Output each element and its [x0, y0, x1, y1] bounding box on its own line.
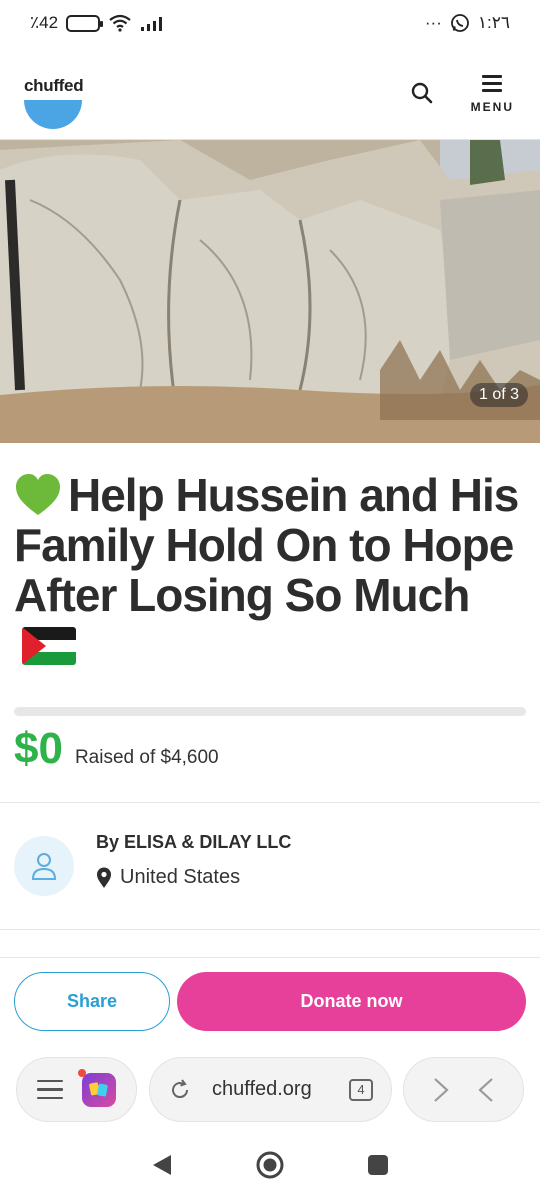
system-nav-bar [0, 1140, 540, 1190]
header-actions: MENU [409, 71, 514, 114]
status-bar-left: ٪42 [30, 13, 166, 33]
logo-bowl-shape [24, 99, 82, 129]
nav-recents-icon[interactable] [367, 1154, 389, 1176]
divider [0, 957, 540, 958]
divider [0, 802, 540, 803]
menu-button[interactable]: MENU [471, 75, 514, 114]
whatsapp-icon [450, 14, 469, 32]
campaign-title: Help Hussein and His Family Hold On to H… [14, 470, 524, 670]
funding-progress-bar [14, 707, 526, 716]
campaign-hero-image[interactable]: 1 of 3 [0, 140, 540, 443]
tent-image [0, 140, 540, 443]
game-app-icon[interactable] [78, 1068, 117, 1107]
share-button[interactable]: Share [14, 972, 170, 1031]
image-counter: 1 of 3 [469, 383, 528, 407]
status-bar: ٪42 ··· ١:٢٦ [0, 0, 540, 46]
organiser-name[interactable]: By ELISA & DILAY LLC [96, 832, 291, 853]
menu-icon [482, 75, 503, 92]
campaign-title-text: Help Hussein and His Family Hold On to H… [14, 469, 519, 621]
more-dots: ··· [424, 13, 442, 32]
organiser-location: United States [96, 866, 240, 889]
browser-menu-icon[interactable] [36, 1079, 63, 1100]
donate-now-button[interactable]: Donate now [177, 972, 526, 1031]
game-cards-icon [89, 1081, 108, 1096]
clock: ١:٢٦ [477, 13, 510, 32]
status-bar-right: ··· ١:٢٦ [425, 13, 510, 33]
logo-text: chuffed [24, 75, 84, 95]
battery-percentage: ٪42 [30, 13, 59, 32]
divider [0, 929, 540, 930]
nav-back-icon[interactable] [151, 1153, 173, 1177]
menu-label: MENU [470, 100, 514, 114]
site-header: chuffed MENU [0, 46, 540, 140]
raised-amount: $0 [14, 724, 63, 773]
tabs-count-button[interactable]: 4 [349, 1078, 373, 1101]
browser-nav-group [403, 1057, 524, 1122]
organiser-avatar [14, 836, 74, 896]
chuffed-logo[interactable]: chuffed [24, 56, 86, 130]
user-icon [31, 853, 57, 880]
location-pin-icon [97, 867, 111, 888]
wifi-icon [109, 14, 131, 32]
organiser-location-text: United States [120, 866, 241, 888]
green-heart-icon [16, 474, 60, 515]
battery-icon [66, 14, 104, 32]
raised-goal-label: Raised of $4,600 [74, 747, 219, 768]
browser-menu-group [16, 1057, 137, 1122]
signal-icon [141, 17, 163, 31]
forward-icon[interactable] [431, 1076, 451, 1104]
nav-home-icon[interactable] [255, 1150, 285, 1180]
back-icon[interactable] [476, 1076, 496, 1104]
reload-icon[interactable] [168, 1078, 192, 1102]
notification-dot [78, 1068, 87, 1077]
search-icon[interactable] [409, 80, 435, 106]
raised-summary: $0 Raised of $4,600 [14, 724, 219, 774]
url-text: chuffed.org [212, 1078, 312, 1100]
browser-address-bar[interactable]: chuffed.org 4 [149, 1057, 392, 1122]
palestine-flag-icon [22, 627, 76, 665]
